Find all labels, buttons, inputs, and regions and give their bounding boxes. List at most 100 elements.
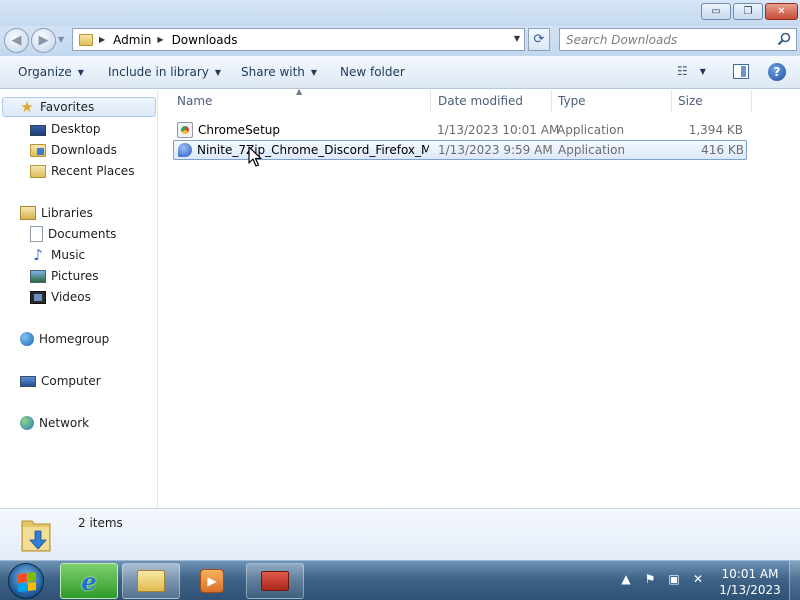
file-name: Ninite_7Zip_Chrome_Discord_Firefox_Ma... <box>197 143 429 157</box>
windows-logo-icon <box>18 572 36 592</box>
sidebar-item-music[interactable]: ♪ Music <box>30 245 85 265</box>
computer-icon <box>20 376 36 387</box>
sidebar-item-label: Libraries <box>41 206 93 220</box>
sidebar-item-network[interactable]: Network <box>20 413 89 433</box>
breadcrumb-admin[interactable]: Admin <box>113 33 151 47</box>
breadcrumb-chevron-icon[interactable]: ▶ <box>99 35 105 44</box>
share-with-label: Share with <box>241 65 305 79</box>
refresh-icon: ⟳ <box>533 32 545 47</box>
start-button[interactable] <box>8 563 44 599</box>
sidebar-item-documents[interactable]: Documents <box>30 224 116 244</box>
show-hidden-icons-icon[interactable]: ▲ <box>618 571 634 587</box>
system-clock[interactable]: 10:01 AM 1/13/2023 <box>718 566 782 598</box>
address-row: ◀ ▶ ▼ ▶ Admin ▶ Downloads ▼ ⟳ <box>0 26 800 56</box>
maximize-button[interactable]: ❐ <box>733 3 763 20</box>
toolbox-icon <box>261 571 289 591</box>
chevron-down-icon: ▼ <box>214 67 222 77</box>
sidebar-item-homegroup[interactable]: Homegroup <box>20 329 109 349</box>
taskbar-toolbox[interactable] <box>246 563 304 599</box>
pictures-icon <box>30 269 46 283</box>
address-dropdown-icon[interactable]: ▼ <box>514 34 520 43</box>
minimize-button[interactable]: ▭ <box>701 3 731 20</box>
breadcrumb-chevron-icon[interactable]: ▶ <box>157 35 163 44</box>
downloads-folder-icon <box>30 143 46 157</box>
sidebar-item-label: Homegroup <box>39 332 110 346</box>
column-header-label: Name <box>177 94 213 108</box>
address-bar[interactable]: ▶ Admin ▶ Downloads ▼ <box>72 28 525 51</box>
sidebar-item-label: Recent Places <box>51 164 135 178</box>
include-in-library-button[interactable]: Include in library ▼ <box>108 65 221 79</box>
sidebar-item-label: Network <box>39 416 90 430</box>
chevron-down-icon: ▼ <box>77 67 84 77</box>
column-header-type[interactable]: Type <box>552 90 672 112</box>
organize-button[interactable]: Organize ▼ <box>18 65 84 79</box>
column-header-label: Size <box>678 94 703 108</box>
sidebar-item-label: Computer <box>41 374 101 388</box>
item-count: 2 items <box>78 516 123 530</box>
media-player-icon: ▶ <box>200 569 224 593</box>
network-status-icon[interactable]: ▣ <box>666 571 682 587</box>
column-header-name[interactable]: Name <box>171 90 431 112</box>
close-button[interactable]: ✕ <box>765 3 798 20</box>
desktop-icon <box>30 124 46 136</box>
search-input[interactable] <box>566 32 776 47</box>
close-icon: ✕ <box>777 6 786 17</box>
sidebar-item-recent-places[interactable]: Recent Places <box>30 161 134 181</box>
change-view-button[interactable]: ☷ ▼ <box>677 64 706 78</box>
forward-arrow-icon: ▶ <box>38 33 49 48</box>
taskbar-internet-explorer[interactable]: e <box>60 563 118 599</box>
file-date-modified: 1/13/2023 9:59 AM <box>438 143 553 157</box>
action-center-flag-icon[interactable]: ⚑ <box>642 571 658 587</box>
back-button[interactable]: ◀ <box>4 28 29 53</box>
recent-pages-dropdown-icon[interactable]: ▼ <box>58 35 64 44</box>
sidebar-item-videos[interactable]: Videos <box>30 287 91 307</box>
windows-explorer-icon <box>137 570 165 592</box>
file-type: Application <box>558 143 626 157</box>
sidebar-item-label: Videos <box>51 290 91 304</box>
notification-area: ▲ ⚑ ▣ ✕ <box>618 571 706 587</box>
file-size: 1,394 KB <box>688 123 743 137</box>
folder-icon <box>79 33 93 46</box>
search-icon[interactable] <box>777 32 791 46</box>
preview-pane-button[interactable] <box>733 64 749 79</box>
refresh-button[interactable]: ⟳ <box>528 28 550 51</box>
maximize-icon: ❐ <box>743 6 753 17</box>
mouse-cursor-icon <box>248 146 262 167</box>
column-header-label: Date modified <box>438 94 524 108</box>
minimize-icon: ▭ <box>711 6 721 17</box>
forward-button[interactable]: ▶ <box>31 28 56 53</box>
taskbar-windows-explorer[interactable] <box>122 563 180 599</box>
share-with-button[interactable]: Share with ▼ <box>241 65 317 79</box>
videos-icon <box>30 290 46 304</box>
search-box[interactable] <box>559 28 797 51</box>
chrome-setup-icon <box>177 122 193 138</box>
sidebar-item-downloads[interactable]: Downloads <box>30 140 117 160</box>
help-button[interactable]: ? <box>768 63 786 81</box>
sidebar-item-libraries[interactable]: Libraries <box>20 203 93 223</box>
sidebar-item-label: Music <box>51 248 86 262</box>
chevron-down-icon[interactable]: ▼ <box>700 67 706 76</box>
breadcrumb-downloads[interactable]: Downloads <box>172 33 238 47</box>
downloads-folder-icon <box>21 520 51 552</box>
clock-date: 1/13/2023 <box>719 583 781 597</box>
table-row[interactable]: ChromeSetup 1/13/2023 10:01 AM Applicati… <box>173 120 747 140</box>
sidebar-item-favorites[interactable]: ★ Favorites <box>2 97 156 117</box>
new-folder-button[interactable]: New folder <box>340 65 405 79</box>
show-desktop-button[interactable] <box>789 561 800 600</box>
sidebar-item-desktop[interactable]: Desktop <box>30 119 101 139</box>
taskbar: e ▶ ▲ ⚑ ▣ ✕ 10:01 AM 1/13/2023 <box>0 560 800 600</box>
sidebar-item-computer[interactable]: Computer <box>20 371 101 391</box>
taskbar-media-player[interactable]: ▶ <box>184 563 240 599</box>
file-size: 416 KB <box>701 143 744 157</box>
column-header-date-modified[interactable]: Date modified <box>432 90 552 112</box>
sidebar-item-pictures[interactable]: Pictures <box>30 266 99 286</box>
sidebar-item-label: Pictures <box>51 269 99 283</box>
navigation-pane: ★ Favorites Desktop Downloads Recent Pla… <box>0 90 158 508</box>
help-icon: ? <box>773 65 781 79</box>
sidebar-item-label: Downloads <box>51 143 117 157</box>
include-in-library-label: Include in library <box>108 65 209 79</box>
volume-muted-icon[interactable]: ✕ <box>690 571 706 587</box>
sidebar-item-label: Favorites <box>40 100 95 114</box>
details-pane: 2 items <box>0 508 800 560</box>
column-header-size[interactable]: Size <box>672 90 752 112</box>
